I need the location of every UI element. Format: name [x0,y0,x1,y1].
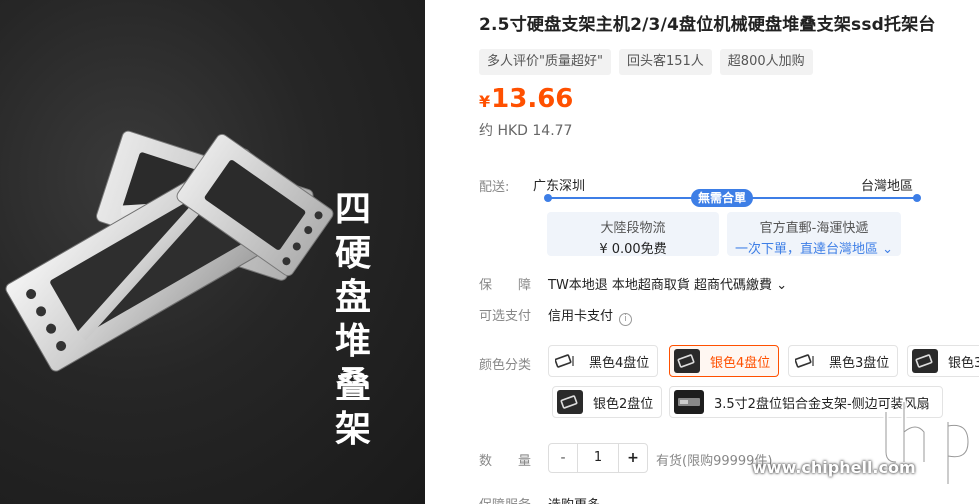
enclosure-icon [674,390,704,414]
ship-to: 台灣地區 [861,179,914,194]
mainland-logistics: 大陸段物流 ¥ 0.00免费 [547,212,719,257]
tag-cart[interactable]: 超800人加购 [719,49,813,75]
info-icon[interactable]: i [619,313,633,326]
product-page: 四 硬 盘 堆 叠 架 2.5寸硬盘支架主机2/3/4盘位机械硬盘堆叠支架ssd… [0,0,979,504]
bracket-icon [674,349,700,373]
quantity-plus-button[interactable]: + [619,444,647,472]
quantity-label: 数 量 [479,454,532,469]
direct-mail-shipping[interactable]: 官方直郵-海運快遞 一次下單，直達台灣地區 ⌄ [727,212,901,257]
price: ¥13.66 [479,84,574,114]
tag-quality[interactable]: 多人评价"质量超好" [479,49,611,75]
product-title: 2.5寸硬盘支架主机2/3/4盘位机械硬盘堆叠支架ssd托架台 [479,15,936,35]
watermark-text: www.chiphell.com [752,458,916,477]
product-info-panel: 2.5寸硬盘支架主机2/3/4盘位机械硬盘堆叠支架ssd托架台 多人评价"质量超… [425,0,979,504]
product-photo[interactable]: 四 硬 盘 堆 叠 架 [0,0,425,504]
shipping-label: 配送: [479,180,510,195]
route-end-dot [913,194,921,202]
bracket-icon [557,390,583,414]
tag-returning[interactable]: 回头客151人 [618,49,712,75]
quantity-input[interactable]: 1 [577,444,619,472]
ship-from: 广东深圳 [533,179,586,194]
photo-caption: 四 硬 盘 堆 叠 架 [334,189,371,450]
option-silver-3bay[interactable]: 银色3 [907,345,979,377]
bracket-icon [553,349,579,373]
option-black-4bay[interactable]: 黑色4盘位 [548,345,659,377]
no-merge-badge: 無需合單 [691,189,754,207]
payment-value: 信用卡支付 i [548,305,633,326]
payment-label: 可选支付 [479,309,532,324]
option-silver-4bay[interactable]: 银色4盘位 [669,345,780,377]
product-tags: 多人评价"质量超好" 回头客151人 超800人加购 [479,49,813,75]
option-black-3bay[interactable]: 黑色3盘位 [788,345,899,377]
option-35-2bay-aluminum[interactable]: 3.5寸2盘位铝合金支架-侧边可装风扇 [669,386,943,418]
option-silver-2bay[interactable]: 银色2盘位 [552,386,663,418]
hkd-price: 约 HKD 14.77 [479,123,573,139]
color-label: 颜色分类 [479,358,532,373]
route-start-dot [544,194,552,202]
quantity-minus-button[interactable]: - [549,444,577,472]
guarantee-label: 保 障 [479,278,532,293]
bracket-icon [793,349,819,373]
quantity-stepper: - 1 + [548,443,648,473]
bracket-icon [912,349,938,373]
guarantee-value[interactable]: TW本地退 本地超商取貨 超商代碼繳費 ⌄ [548,274,787,293]
service-more[interactable]: 选购更多 ⌄ [548,494,615,504]
service-label: 保障服务 [479,494,531,504]
